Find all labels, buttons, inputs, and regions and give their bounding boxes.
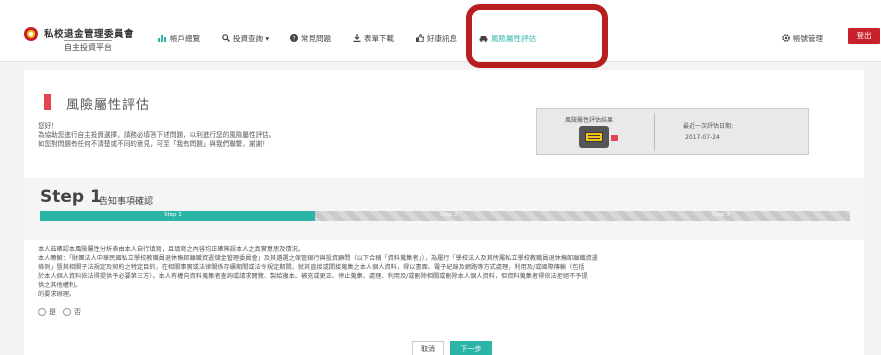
question-icon: ? xyxy=(290,34,298,42)
nav-label: 投資查詢 ▾ xyxy=(233,33,270,43)
step-number: Step 1 xyxy=(40,187,102,207)
nav-item-account-overview[interactable]: 帳戶總覽 xyxy=(158,31,200,45)
assessment-result-box: 風險屬性評估結果 最近一次評估日期: 2017-07-24 xyxy=(536,108,809,155)
brand-subtitle: 自主投資平台 xyxy=(64,40,112,53)
nav-item-faq[interactable]: ? 常見問題 xyxy=(290,31,331,45)
divider xyxy=(654,113,655,151)
main-panel: 風險屬性評估 您好！ 為協助您進行自主投資選擇，請務必填答下述問題，以利進行您的… xyxy=(24,70,864,355)
gear-icon xyxy=(782,34,790,42)
risk-level-icon xyxy=(579,126,609,148)
svg-text:?: ? xyxy=(292,36,295,43)
nav-item-investment-query[interactable]: 投資查詢 ▾ xyxy=(222,31,269,45)
cancel-button[interactable]: 取消 xyxy=(412,341,444,355)
disclosure-text: 本人茲確認本風險屬性分析表由本人自行填寫，且填寫之內容均正確無誤本人之真實意思及… xyxy=(38,246,305,253)
risk-level-marker xyxy=(611,135,618,141)
intro-text: 如您對問題有任何不清楚或不同的意見，可至「我有問題」與我們聯繫，謝謝！ xyxy=(38,140,269,148)
brand-title[interactable]: 私校退金管理委員會 xyxy=(44,26,134,40)
step-progress-label: Step 2 xyxy=(440,212,458,218)
title-accent-bar xyxy=(44,94,51,110)
highlight-annotation xyxy=(466,4,608,68)
disclosure-text: 於本人個人資料依法得提供予必要第三方）。本人有權向資料蒐集者查詢或請求閱覽、製給… xyxy=(38,273,588,280)
settings-label: 帳號管理 xyxy=(793,33,823,43)
consent-radio-group: 是 否 xyxy=(38,307,81,317)
nav-item-promotions[interactable]: 好康訊息 xyxy=(416,31,457,45)
consent-no-label[interactable]: 否 xyxy=(74,307,81,317)
step-progress-bar: Step 1 Step 2 Step 3 xyxy=(40,211,850,221)
disclosure-text: 條例」暨其相關子法規定及契約之特定目的，在相關事實或法律關係存續期間或法令規定期… xyxy=(38,264,585,271)
result-label: 風險屬性評估結果 xyxy=(565,117,614,124)
step-name: 告知事項確認 xyxy=(99,197,154,207)
nav-label: 表單下載 xyxy=(364,33,394,43)
disclosure-text: 的要求辦理。 xyxy=(38,291,76,298)
step-section: Step 1 告知事項確認 Step 1 Step 2 Step 3 xyxy=(24,178,864,240)
step-progress-label: Step 1 xyxy=(164,212,182,218)
nav-label: 帳戶總覽 xyxy=(170,33,200,43)
thumbs-up-icon xyxy=(416,34,424,42)
brand-logo[interactable] xyxy=(24,27,38,41)
last-assessment-date-label: 最近一次評估日期: xyxy=(683,123,734,130)
nav-item-form-download[interactable]: 表單下載 xyxy=(353,31,394,45)
top-nav: 私校退金管理委員會 自主投資平台 帳戶總覽 投資查詢 ▾ ? 常見問題 表單下載… xyxy=(0,0,881,62)
disclosure-text: 供之其他權利。 xyxy=(38,282,82,289)
consent-yes-label[interactable]: 是 xyxy=(49,307,56,317)
nav-label: 常見問題 xyxy=(301,33,331,43)
next-button[interactable]: 下一步 xyxy=(450,341,492,355)
bar-chart-icon xyxy=(158,35,166,42)
disclosure-text: 本人瞭解：「財團法人中華民國私立學校教職員退休撫卹離職資遣儲金管理委員會」及其遴… xyxy=(38,255,598,262)
page-title: 風險屬性評估 xyxy=(66,98,151,113)
nav-label: 好康訊息 xyxy=(427,33,457,43)
consent-yes-radio[interactable] xyxy=(38,308,46,316)
last-assessment-date: 2017-07-24 xyxy=(685,134,720,141)
step-progress-label: Step 3 xyxy=(712,212,730,218)
logout-button[interactable]: 登出 xyxy=(848,28,880,44)
consent-no-radio[interactable] xyxy=(63,308,71,316)
download-icon xyxy=(353,34,361,42)
search-icon xyxy=(222,34,230,42)
account-settings-link[interactable]: 帳號管理 xyxy=(782,31,823,45)
